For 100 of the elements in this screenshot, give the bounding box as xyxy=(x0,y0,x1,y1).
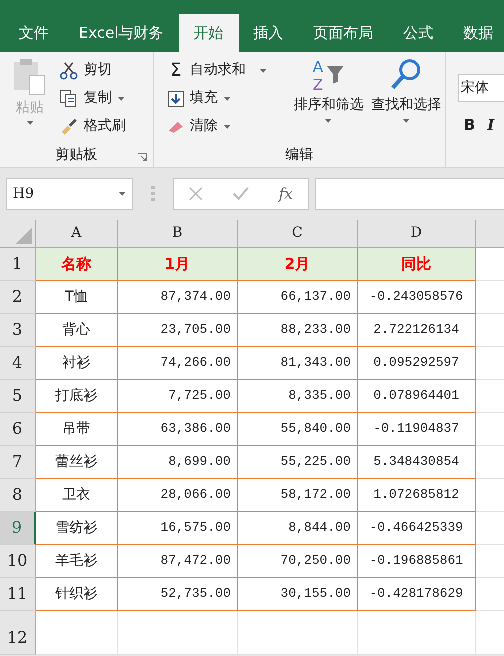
table-cell: 8,699.00 xyxy=(118,446,238,479)
autosum-button[interactable]: Σ 自动求和 xyxy=(168,60,290,81)
table-cell: 2.722126134 xyxy=(358,314,476,347)
bold-button[interactable]: B xyxy=(464,114,476,136)
row-header[interactable]: 6 xyxy=(0,413,36,446)
table-cell: 0.078964401 xyxy=(358,380,476,413)
table-cell: 16,575.00 xyxy=(118,512,238,545)
select-all-icon[interactable] xyxy=(16,228,32,244)
row-header[interactable]: 7 xyxy=(0,446,36,479)
copy-icon xyxy=(60,90,78,108)
caret-icon xyxy=(118,96,125,100)
checkmark-icon[interactable] xyxy=(232,187,249,201)
ribbon-tab[interactable]: 公式 xyxy=(388,14,449,52)
table-cell: 背心 xyxy=(36,314,118,347)
ribbon-tab[interactable]: 开始 xyxy=(178,14,239,52)
paintbrush-icon xyxy=(60,118,78,136)
copy-button[interactable]: 复制 xyxy=(60,88,126,109)
table-cell: 30,155.00 xyxy=(238,578,358,611)
table-cell: -0.196885861 xyxy=(358,545,476,578)
down-arrow-icon xyxy=(168,90,184,106)
header-cell: 2月 xyxy=(238,248,358,281)
row-header[interactable]: 12 xyxy=(0,611,36,655)
table-cell: 0.095292597 xyxy=(358,347,476,380)
caret-icon xyxy=(402,119,410,123)
ribbon-tab[interactable]: Excel与财务 xyxy=(64,14,179,52)
table-cell: 7,725.00 xyxy=(118,380,238,413)
group-label: 编辑 xyxy=(286,146,314,164)
sort-filter-button[interactable]: A Z 排序和筛选 xyxy=(290,58,368,143)
table-cell: -0.11904837 xyxy=(358,413,476,446)
row-header[interactable]: 5 xyxy=(0,380,36,413)
table-cell: 66,137.00 xyxy=(238,281,358,314)
row-header[interactable]: 11 xyxy=(0,578,36,611)
ribbon-tab[interactable]: 页面布局 xyxy=(298,14,389,52)
find-select-button[interactable]: 查找和选择 xyxy=(368,58,445,143)
table-cell: 81,343.00 xyxy=(238,347,358,380)
ribbon-tab[interactable]: 数据 xyxy=(448,14,504,52)
table-cell: 5.348430854 xyxy=(358,446,476,479)
table-cell: 58,172.00 xyxy=(238,479,358,512)
cell-reference: H9 xyxy=(13,184,34,204)
dialog-launcher-icon[interactable] xyxy=(138,153,147,162)
row-header[interactable]: 3 xyxy=(0,314,36,347)
table-cell: 衬衫 xyxy=(36,347,118,380)
sigma-icon: Σ xyxy=(168,62,184,80)
name-box[interactable]: H9 xyxy=(6,178,133,210)
table-cell: 87,374.00 xyxy=(118,281,238,314)
header-cell: 1月 xyxy=(118,248,238,281)
table-cell: 55,840.00 xyxy=(238,413,358,446)
table-cell: 74,266.00 xyxy=(118,347,238,380)
row-header[interactable]: 10 xyxy=(0,545,36,578)
column-header[interactable]: A xyxy=(36,220,118,247)
table-cell: 70,250.00 xyxy=(238,545,358,578)
close-icon[interactable] xyxy=(188,187,203,201)
table-cell: 针织衫 xyxy=(36,578,118,611)
row-header[interactable]: 8 xyxy=(0,479,36,512)
group-label: 剪贴板 xyxy=(56,146,98,164)
table-cell: 羊毛衫 xyxy=(36,545,118,578)
table-cell: 吊带 xyxy=(36,413,118,446)
font-name-field[interactable]: 宋体 xyxy=(458,74,504,102)
table-cell: 雪纺衫 xyxy=(36,512,118,545)
table-cell: 打底衫 xyxy=(36,380,118,413)
grip-icon xyxy=(151,186,155,202)
caret-icon xyxy=(119,192,126,196)
italic-button[interactable]: I xyxy=(487,114,494,136)
column-header[interactable]: C xyxy=(238,220,358,247)
table-cell: 87,472.00 xyxy=(118,545,238,578)
table-cell: 28,066.00 xyxy=(118,479,238,512)
row-header[interactable]: 9 xyxy=(0,512,36,545)
table-cell: 63,386.00 xyxy=(118,413,238,446)
insert-function-button[interactable]: fx xyxy=(278,182,293,206)
table-cell: 1.072685812 xyxy=(358,479,476,512)
table-cell: -0.243058576 xyxy=(358,281,476,314)
clear-button[interactable]: 清除 xyxy=(168,116,290,137)
column-header[interactable]: D xyxy=(358,220,476,247)
table-cell: 卫衣 xyxy=(36,479,118,512)
scissors-icon xyxy=(60,62,78,80)
ribbon-tab[interactable]: 插入 xyxy=(238,14,299,52)
caret-icon xyxy=(224,96,231,100)
column-header[interactable]: B xyxy=(118,220,238,247)
table-cell: -0.466425339 xyxy=(358,512,476,545)
table-cell: T恤 xyxy=(36,281,118,314)
table-cell: 蕾丝衫 xyxy=(36,446,118,479)
fill-button[interactable]: 填充 xyxy=(168,88,290,109)
table-cell: -0.428178629 xyxy=(358,578,476,611)
caret-icon xyxy=(260,68,267,72)
table-cell: 8,844.00 xyxy=(238,512,358,545)
table-cell: 55,225.00 xyxy=(238,446,358,479)
clipboard-icon xyxy=(12,58,48,96)
caret-icon xyxy=(224,124,231,128)
ribbon-tab[interactable]: 文件 xyxy=(4,14,64,52)
formula-field[interactable] xyxy=(315,178,504,210)
header-cell: 名称 xyxy=(36,248,118,281)
cut-button[interactable]: 剪切 xyxy=(60,60,126,81)
row-header[interactable]: 4 xyxy=(0,347,36,380)
header-cell: 同比 xyxy=(358,248,476,281)
table-cell: 52,735.00 xyxy=(118,578,238,611)
row-header[interactable]: 1 xyxy=(0,248,36,281)
table-cell: 88,233.00 xyxy=(238,314,358,347)
format-painter-button[interactable]: 格式刷 xyxy=(60,116,126,137)
row-header[interactable]: 2 xyxy=(0,281,36,314)
table-cell: 23,705.00 xyxy=(118,314,238,347)
